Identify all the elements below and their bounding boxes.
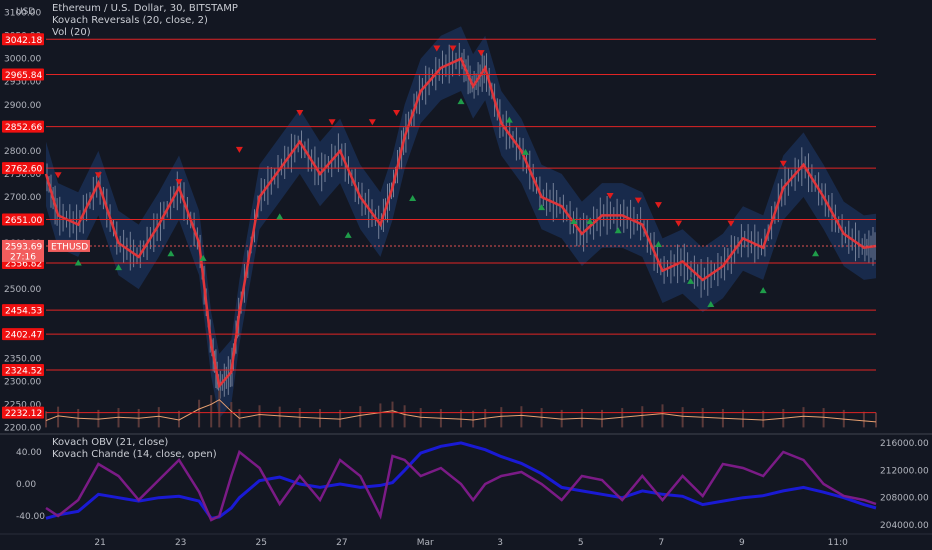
level-tag-label: 2324.52 [5,367,42,377]
time-tick-label: 21 [94,538,105,548]
obv-tick-label: 212000.00 [880,466,929,476]
time-tick-label: 23 [175,538,186,548]
subpanel-legend: Kovach OBV (21, close) Kovach Chande (14… [52,437,217,461]
level-tag-label: 2232.12 [5,409,42,419]
indicator-kovach-obv[interactable]: Kovach OBV (21, close) [52,437,217,449]
oscillator-tick-label: -40.00 [16,512,45,522]
oscillator-tick-label: 0.00 [16,480,36,490]
current-price-value: 2593.69 [5,242,42,252]
time-tick-label: 3 [497,538,503,548]
indicator-kovach-chande[interactable]: Kovach Chande (14, close, open) [52,449,217,461]
bar-countdown: 27:16 [10,252,36,262]
time-tick-label: 5 [578,538,584,548]
obv-tick-label: 216000.00 [880,439,929,449]
level-tag-label: 2852.66 [5,123,42,133]
price-tick-label: 3000.00 [4,55,41,65]
time-tick-label: 25 [256,538,267,548]
price-tick-label: 2350.00 [4,354,41,364]
obv-tick-label: 208000.00 [880,494,929,504]
oscillator-tick-label: 40.00 [16,448,42,458]
obv-tick-label: 204000.00 [880,521,929,531]
price-chart[interactable]: 2200.002250.002300.002350.002400.002450.… [0,0,932,550]
price-tick-label: 2900.00 [4,101,41,111]
price-tick-label: 2300.00 [4,377,41,387]
price-tick-label: 2800.00 [4,147,41,157]
time-tick-label: 27 [336,538,347,548]
chart-window: 2200.002250.002300.002350.002400.002450.… [0,0,932,550]
level-tag-label: 2454.53 [5,307,42,317]
symbol-tag-label: ETHUSD [51,242,88,252]
level-tag-label: 2965.84 [5,71,42,81]
time-tick-label: 7 [658,538,664,548]
chart-legend: Ethereum / U.S. Dollar, 30, BITSTAMP Kov… [52,3,238,39]
level-tag-label: 3042.18 [5,36,42,46]
time-tick-label: Mar [417,538,434,548]
price-tick-label: 2200.00 [4,423,41,433]
level-tag-label: 2651.00 [5,216,42,226]
price-tick-label: 2500.00 [4,285,41,295]
time-tick-label: 9 [739,538,745,548]
currency-label: USD [16,7,35,17]
indicator-kovach-reversals[interactable]: Kovach Reversals (20, close, 2) [52,15,238,27]
level-tag-label: 2762.60 [5,165,42,175]
chart-title: Ethereum / U.S. Dollar, 30, BITSTAMP [52,3,238,14]
indicator-volume[interactable]: Vol (20) [52,27,238,39]
level-tag-label: 2402.47 [5,331,42,341]
price-tick-label: 2700.00 [4,193,41,203]
time-tick-label: 11:0 [828,538,848,548]
